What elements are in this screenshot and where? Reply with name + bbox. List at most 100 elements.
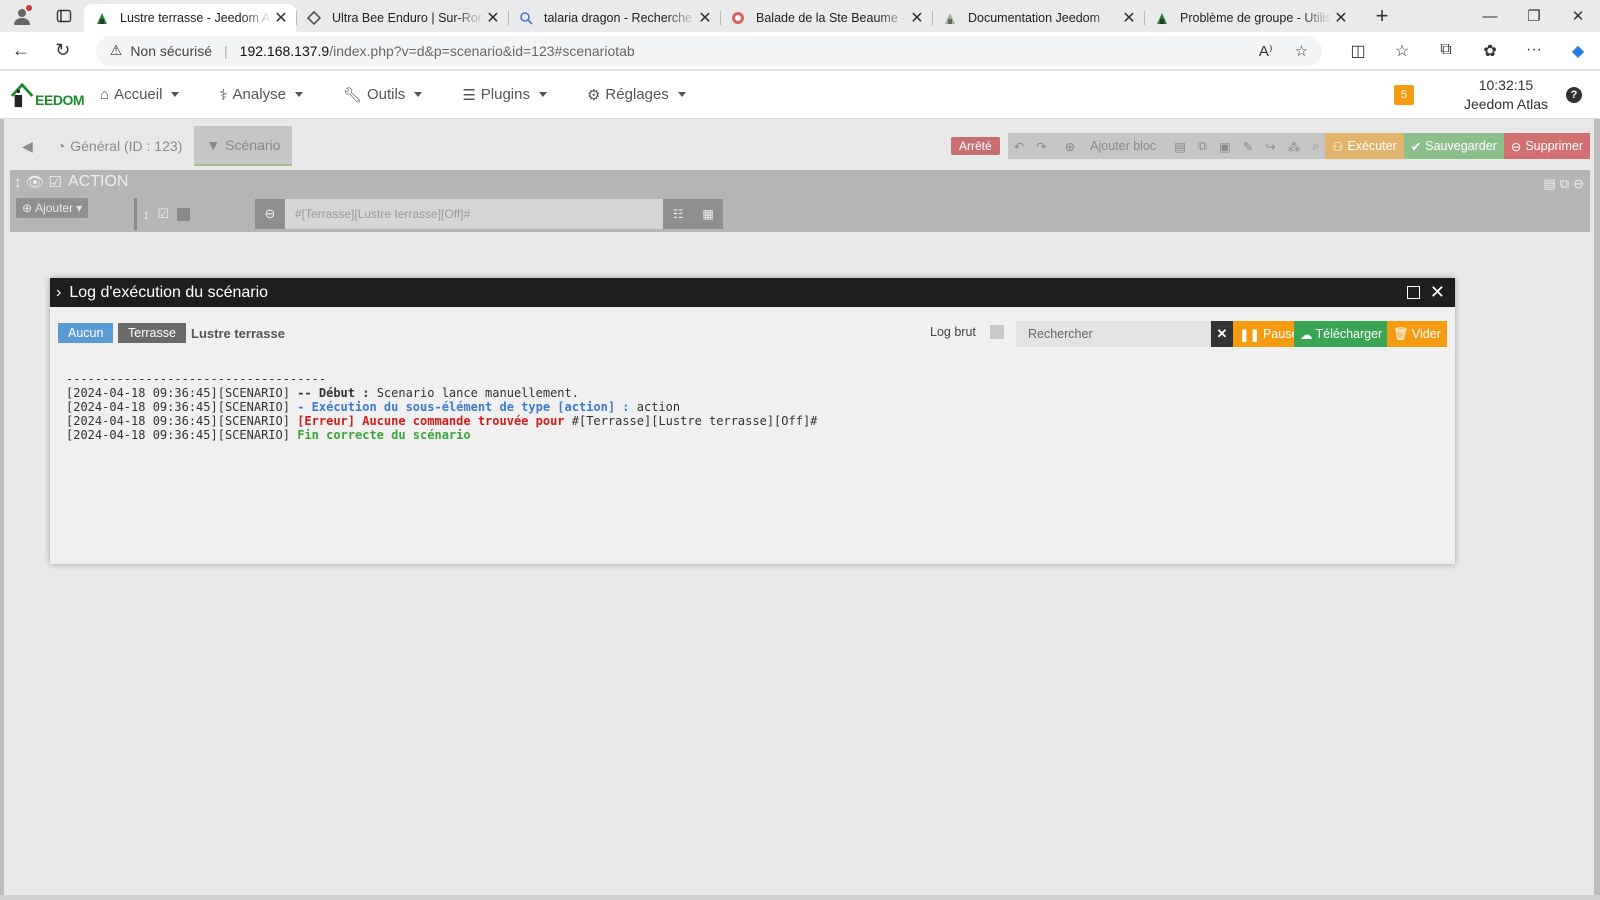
close-icon[interactable]: ✕ <box>908 9 926 27</box>
modal-toolbar: Aucun Terrasse Lustre terrasse Log brut … <box>50 307 1455 355</box>
copy-icon[interactable]: ⧉ <box>1192 139 1213 154</box>
close-icon[interactable]: ✕ <box>1332 9 1350 27</box>
extensions-icon[interactable]: ✿ <box>1468 41 1512 61</box>
menu-analyse[interactable]: ⚕ Analyse <box>219 86 303 104</box>
background-checkbox[interactable] <box>177 207 191 221</box>
log-prefix: [2024-04-18 09:36:45][SCENARIO] <box>66 428 290 442</box>
message-badge[interactable]: 5 <box>1393 84 1414 105</box>
favorite-star-icon[interactable]: ☆ <box>1295 42 1308 60</box>
minimize-icon[interactable]: — <box>1468 0 1512 32</box>
favorites-icon[interactable]: ☆ <box>1380 41 1424 61</box>
back-button[interactable]: ◀ <box>10 126 45 166</box>
template-icon[interactable]: ▣ <box>1213 139 1237 154</box>
browser-tab[interactable]: Balade de la Ste Beaume - Enduro ✕ <box>720 4 932 32</box>
command-input[interactable]: #[Terrasse][Lustre terrasse][Off]# <box>285 199 663 229</box>
browser-tab[interactable]: Documentation Jeedom ✕ <box>932 4 1144 32</box>
log-icon[interactable]: ▤ <box>1168 139 1192 154</box>
log-text: action <box>636 400 681 414</box>
delete-label: Supprimer <box>1525 139 1583 153</box>
filter-none-button[interactable]: Aucun <box>58 323 114 343</box>
enable-checkbox[interactable]: ☑ <box>49 173 62 191</box>
delete-button[interactable]: ⊖ Supprimer <box>1503 133 1590 159</box>
enable-checkbox[interactable]: ☑ <box>158 206 170 222</box>
close-icon[interactable]: ✕ <box>696 9 714 27</box>
read-aloud-icon[interactable]: A⁾ <box>1259 42 1273 60</box>
tab-scenario-label: Scénario <box>225 137 281 153</box>
divider: | <box>224 42 228 59</box>
menu-accueil[interactable]: ⌂ Accueil <box>100 86 180 103</box>
save-button[interactable]: ✔ Sauvegarder <box>1403 133 1504 159</box>
raw-log-checkbox[interactable] <box>989 325 1004 339</box>
remove-action-button[interactable]: ⊖ <box>255 199 285 229</box>
search-input[interactable]: Rechercher <box>1016 321 1211 347</box>
share-icon[interactable]: ↪ <box>1259 139 1281 154</box>
copy-icon[interactable]: ▤ <box>1544 176 1556 192</box>
add-block-button[interactable]: ⊕ Ajouter bloc <box>1053 139 1169 154</box>
clear-button[interactable]: 🗑︎ Vider <box>1387 321 1447 347</box>
tab-general[interactable]: ◔ Général (ID : 123) <box>45 126 195 166</box>
menu-plugins[interactable]: ☰ Plugins <box>462 86 547 104</box>
tab-actions-icon <box>56 9 72 23</box>
split-screen-icon[interactable]: ◫ <box>1336 41 1380 61</box>
plus-circle-icon: ⊕ <box>1064 139 1076 154</box>
menu-label: Outils <box>366 86 406 103</box>
copilot-icon[interactable]: ◆ <box>1556 41 1600 61</box>
clear-search-icon[interactable]: ✕ <box>1211 321 1233 347</box>
download-button[interactable]: ☁ Télécharger <box>1294 321 1389 347</box>
tab-title: Ultra Bee Enduro | Sur-Ron motorcycles <box>332 11 484 25</box>
select-command-button[interactable]: ☷ <box>663 199 693 229</box>
address-bar[interactable]: ⚠ Non sécurisé | 192.168.137.9 /index.ph… <box>95 35 1323 66</box>
redo-icon[interactable]: ↷ <box>1030 139 1052 154</box>
menu-reglages[interactable]: ⚙ Réglages <box>587 86 686 104</box>
tab-actions-button[interactable] <box>44 0 84 32</box>
browser-tab[interactable]: Problème de groupe - Utilisateurs ✕ <box>1144 4 1356 32</box>
back-icon[interactable]: ← <box>0 32 42 70</box>
paste-icon[interactable]: ⧉ <box>1560 176 1569 192</box>
caret-down-icon: ▾ <box>76 201 83 215</box>
chevron-right-icon: › <box>56 283 62 301</box>
close-icon[interactable]: ✕ <box>484 9 502 27</box>
url-host: 192.168.137.9 <box>239 42 330 59</box>
pause-icon: ❚❚ <box>1239 327 1260 342</box>
browser-tab[interactable]: Ultra Bee Enduro | Sur-Ron motorcycles ✕ <box>296 4 508 32</box>
restore-icon[interactable]: ❐ <box>1512 0 1556 32</box>
maximize-icon[interactable] <box>1406 286 1420 299</box>
menu-label: Analyse <box>232 86 286 103</box>
navbar-right: 5 10:32:15 Jeedom Atlas ? <box>1393 76 1600 114</box>
drag-handle-icon[interactable]: ↕ <box>14 174 22 191</box>
undo-icon[interactable]: ↶ <box>1008 139 1030 154</box>
jeedom-logo[interactable]: EEDOM <box>0 71 84 119</box>
plus-circle-icon: ⊕ <box>22 201 33 215</box>
new-tab-button[interactable]: + <box>1362 3 1402 29</box>
warning-icon[interactable]: ⚠ <box>110 42 123 59</box>
more-icon[interactable]: ··· <box>1512 41 1556 61</box>
filter-object-button[interactable]: Terrasse <box>118 323 186 343</box>
menu-outils[interactable]: 🔧︎ Outils <box>343 86 423 104</box>
tab-scenario[interactable]: ▼ Scénario <box>194 126 293 166</box>
add-dropdown-button[interactable]: ⊕ Ajouter ▾ <box>16 198 89 218</box>
eye-icon[interactable]: 👁︎ <box>26 173 45 191</box>
execute-button[interactable]: ⚇ Exécuter <box>1325 133 1404 159</box>
command-options-button[interactable]: ▦ <box>693 199 723 229</box>
reload-icon[interactable]: ↻ <box>42 32 84 70</box>
cubes-icon[interactable]: ⁂ <box>1282 139 1307 154</box>
profile-button[interactable] <box>0 0 44 32</box>
close-icon[interactable]: ✕ <box>1430 282 1445 303</box>
close-icon[interactable]: ✕ <box>272 9 290 27</box>
close-icon[interactable]: ✕ <box>1120 9 1138 27</box>
status-badge: Arrêté <box>951 137 1000 155</box>
security-label[interactable]: Non sécurisé <box>130 43 212 59</box>
browser-tab[interactable]: talaria dragon - Recherche ✕ <box>508 4 720 32</box>
log-text: Scenario lance manuellement. <box>376 386 579 400</box>
collections-icon[interactable]: ⧉ <box>1424 41 1468 61</box>
log-modal: › Log d'exécution du scénario ✕ Aucun Te… <box>50 278 1455 564</box>
drag-handle-icon[interactable]: ↕ <box>143 207 150 222</box>
close-window-icon[interactable]: ✕ <box>1556 0 1600 32</box>
edit-icon[interactable]: ✎ <box>1237 139 1259 154</box>
help-icon[interactable]: ? <box>1566 86 1582 103</box>
browser-tab[interactable]: Lustre terrasse - Jeedom Atlas ✕ <box>84 4 296 32</box>
add-block-label: Ajouter bloc <box>1090 139 1157 153</box>
search-icon[interactable]: ⌕ <box>1306 139 1325 154</box>
block-header: ↕ 👁︎ ☑ ACTION <box>14 173 128 191</box>
remove-icon[interactable]: ⊖ <box>1573 176 1584 192</box>
